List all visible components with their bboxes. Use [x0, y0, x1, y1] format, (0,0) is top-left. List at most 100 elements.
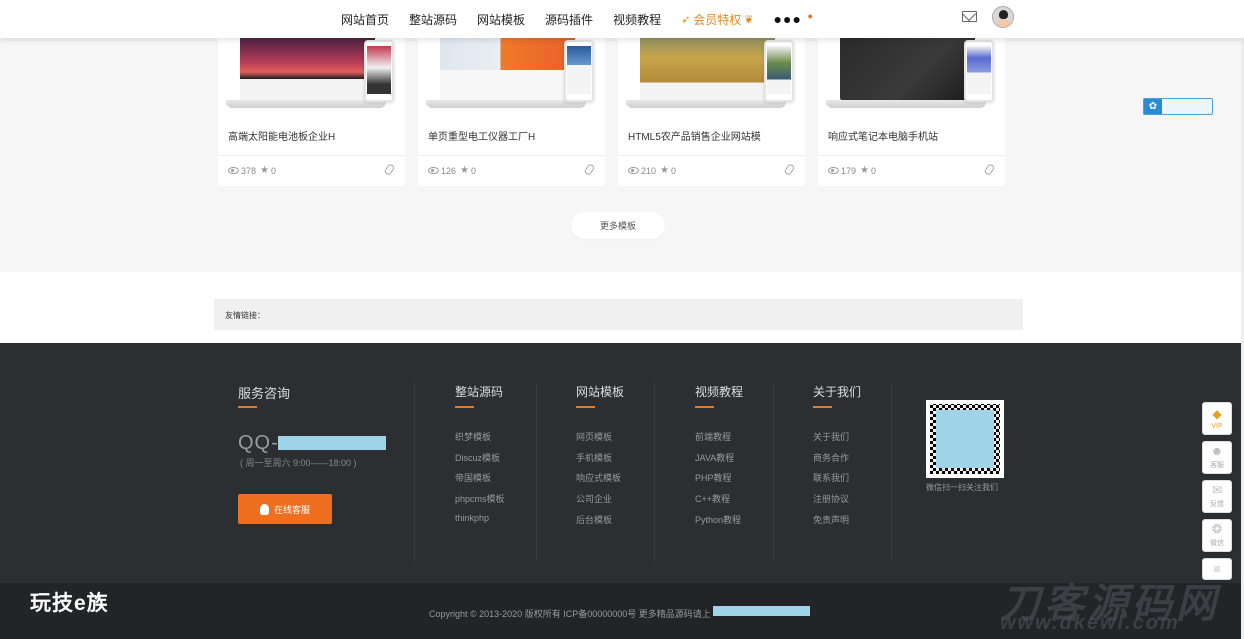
flame-icon: ❦ — [744, 13, 754, 26]
share-icon: ✿ — [1144, 99, 1162, 114]
online-service-label: 在线客服 — [273, 504, 310, 515]
side-vip-button[interactable]: ◆ VIP — [1202, 402, 1232, 435]
footer-link[interactable]: 手机模板 — [576, 451, 621, 472]
card-stats: 378 ★ 0 — [228, 165, 276, 176]
footer-link[interactable]: Python教程 — [695, 513, 741, 534]
qq-number-redacted — [278, 436, 386, 450]
paperclip-icon[interactable] — [983, 162, 996, 177]
paperclip-icon[interactable] — [583, 162, 596, 177]
view-count: 179 — [841, 165, 857, 176]
top-header: 网站首页 整站源码 网站模板 源码插件 视频教程 ➶ 会员特权 ❦ ●●● ● — [0, 0, 1244, 38]
nav-video-tutorials[interactable]: 视频教程 — [613, 11, 661, 28]
footer-column-title: 关于我们 — [813, 385, 862, 399]
side-top-button[interactable]: ≡ — [1202, 558, 1232, 580]
footer-link[interactable]: 响应式模板 — [576, 471, 621, 492]
footer-link[interactable]: PHP教程 — [695, 471, 741, 492]
card-stats: 179 ★ 0 — [828, 165, 876, 176]
qq-label: QQ- — [238, 432, 279, 454]
laptop-base — [426, 100, 586, 108]
eye-icon — [628, 167, 639, 174]
qr-redacted — [936, 410, 994, 468]
copyright-text: Copyright © 2013-2020 版权所有 ICP备00000000号… — [429, 609, 711, 619]
more-templates-button[interactable]: 更多模板 — [571, 212, 665, 239]
watermark-left: 玩技e族 — [30, 592, 109, 615]
view-count: 378 — [241, 165, 257, 176]
side-feedback-button[interactable]: ✉ 反馈 — [1202, 480, 1232, 513]
wechat-icon: ❂ — [1211, 522, 1223, 536]
footer-link[interactable]: 商务合作 — [813, 451, 849, 472]
footer: 服务咨询 QQ- ( 周一至周六 9:00——18:00 ) 在线客服 整站源码… — [0, 343, 1244, 583]
column-divider — [891, 383, 892, 561]
nav-home[interactable]: 网站首页 — [341, 11, 389, 28]
friend-links-label: 友情链接： — [225, 311, 265, 320]
eye-icon — [228, 167, 239, 174]
card-divider — [818, 155, 1005, 156]
nav-site-source[interactable]: 整站源码 — [409, 11, 457, 28]
column-divider — [654, 383, 655, 561]
star-count: 0 — [271, 165, 277, 176]
user-icon: ☻ — [1210, 444, 1224, 458]
footer-link[interactable]: thinkphp — [455, 513, 505, 534]
mail-icon[interactable] — [962, 11, 977, 22]
card-divider — [418, 155, 605, 156]
user-avatar[interactable] — [992, 6, 1014, 28]
side-button-label: 微信 — [1210, 540, 1224, 547]
footer-link[interactable]: 关于我们 — [813, 430, 849, 451]
nav-plugins[interactable]: 源码插件 — [545, 11, 593, 28]
footer-column-video-tutorials: 视频教程 前端教程 JAVA教程 PHP教程 C++教程 Python教程 — [695, 383, 744, 525]
footer-link[interactable]: 帝国模板 — [455, 471, 505, 492]
service-hours: ( 周一至周六 9:00——18:00 ) — [240, 458, 357, 468]
star-icon: ★ — [860, 165, 869, 176]
footer-link[interactable]: 注册协议 — [813, 492, 849, 513]
footer-link[interactable]: 后台模板 — [576, 513, 621, 534]
nav-site-templates[interactable]: 网站模板 — [477, 11, 525, 28]
side-service-button[interactable]: ☻ 客服 — [1202, 441, 1232, 474]
online-service-button[interactable]: 在线客服 — [238, 494, 332, 524]
notification-dot: ● — [807, 11, 814, 21]
service-title: 服务咨询 — [238, 386, 291, 401]
paperclip-icon[interactable] — [383, 162, 396, 177]
eye-icon — [428, 167, 439, 174]
footer-column-title: 网站模板 — [576, 385, 625, 399]
footer-link[interactable]: 网页模板 — [576, 430, 621, 451]
footer-link[interactable]: 前端教程 — [695, 430, 741, 451]
laptop-base — [826, 100, 986, 108]
footer-column-site-source: 整站源码 织梦模板 Discuz模板 帝国模板 phpcms模板 thinkph… — [455, 383, 505, 523]
paperclip-icon[interactable] — [783, 162, 796, 177]
footer-link[interactable]: 联系我们 — [813, 471, 849, 492]
star-icon: ★ — [660, 165, 669, 176]
nav-vip-label: 会员特权 — [693, 12, 742, 27]
share-widget[interactable]: ✿ — [1143, 98, 1213, 115]
star-count: 0 — [871, 165, 877, 176]
main-nav: 网站首页 整站源码 网站模板 源码插件 视频教程 ➶ 会员特权 ❦ ●●● ● — [331, 0, 813, 38]
nav-vip[interactable]: ➶ 会员特权 ❦ — [681, 11, 753, 28]
card-stats: 210 ★ 0 — [628, 165, 676, 176]
footer-link[interactable]: Discuz模板 — [455, 451, 505, 472]
qq-penguin-icon — [259, 503, 269, 515]
vip-diamond-icon: ◆ — [1212, 406, 1222, 421]
watermark-url: www.dkewl.com — [1000, 612, 1180, 634]
card-title[interactable]: 单页重型电工仪器工厂H — [428, 128, 535, 143]
footer-link[interactable]: C++教程 — [695, 492, 741, 513]
card-title[interactable]: HTML5农产品销售企业网站模 — [628, 128, 761, 143]
view-count: 210 — [641, 165, 657, 176]
star-count: 0 — [671, 165, 677, 176]
footer-link[interactable]: phpcms模板 — [455, 492, 505, 513]
qr-caption: 微信扫一扫关注我们 — [926, 483, 998, 492]
footer-link[interactable]: JAVA教程 — [695, 451, 741, 472]
footer-column-title: 视频教程 — [695, 385, 744, 399]
title-underline — [695, 406, 714, 408]
footer-link[interactable]: 免责声明 — [813, 513, 849, 534]
star-icon: ★ — [460, 165, 469, 176]
eye-icon — [828, 167, 839, 174]
card-title[interactable]: 响应式笔记本电脑手机站 — [828, 128, 938, 143]
side-wechat-button[interactable]: ❂ 微信 — [1202, 519, 1232, 552]
footer-link[interactable]: 公司企业 — [576, 492, 621, 513]
phone-screenshot — [964, 40, 994, 102]
qr-pattern — [930, 404, 1000, 474]
nav-more-button[interactable]: ●●● ● — [774, 11, 813, 27]
phone-screenshot — [364, 40, 394, 102]
footer-link[interactable]: 织梦模板 — [455, 430, 505, 451]
card-title[interactable]: 高端太阳能电池板企业H — [228, 128, 335, 143]
star-icon: ★ — [260, 165, 269, 176]
